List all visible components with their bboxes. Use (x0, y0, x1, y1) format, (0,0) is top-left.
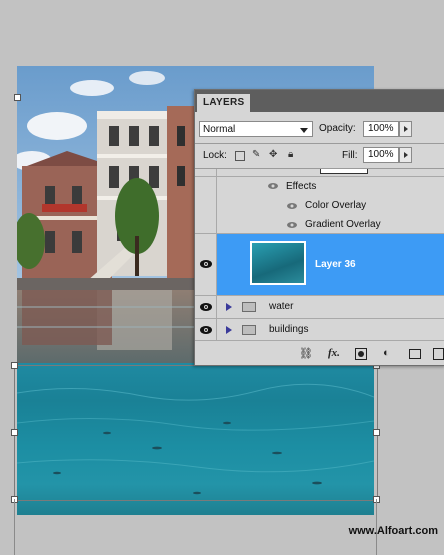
lock-transparency-icon[interactable] (235, 151, 245, 161)
visibility-cell[interactable] (195, 234, 217, 295)
fx-icon[interactable]: fx. (328, 347, 340, 359)
adjustment-icon[interactable]: ◐ (383, 347, 390, 359)
eye-icon[interactable] (268, 183, 278, 189)
effects-label: Effects (286, 181, 317, 192)
effect-row-color-overlay[interactable]: Color Overlay (195, 196, 444, 215)
opacity-slider-button[interactable] (399, 121, 412, 137)
new-layer-icon[interactable] (433, 348, 444, 360)
fill-label: Fill: (342, 150, 358, 161)
mask-icon[interactable] (355, 348, 367, 360)
fill-slider-button[interactable] (399, 147, 412, 163)
link-icon[interactable]: ⛓ (299, 347, 313, 360)
transform-handle-top-left-outer[interactable] (14, 94, 21, 101)
opacity-label: Opacity: (319, 123, 356, 134)
visibility-cell (195, 215, 217, 233)
layer-row-water[interactable]: water (195, 296, 444, 319)
lock-paint-icon[interactable]: ✎ (252, 150, 262, 160)
panel-tab-bar: LAYERS (195, 90, 444, 112)
visibility-cell[interactable] (195, 319, 217, 340)
layers-list: Effects Color Overlay Gradient Overlay L… (195, 169, 444, 341)
folder-icon (242, 302, 256, 312)
effect-row-gradient-overlay[interactable]: Gradient Overlay (195, 215, 444, 234)
tab-layers[interactable]: LAYERS (197, 94, 251, 112)
layer-name[interactable]: buildings (269, 324, 308, 335)
eye-icon[interactable] (200, 326, 212, 334)
lock-label: Lock: (203, 150, 227, 161)
lock-all-icon[interactable]: 🔒︎ (288, 150, 298, 160)
layers-panel-footer: ⛓ fx. ◐ (195, 342, 444, 365)
expand-arrow-icon[interactable] (226, 326, 232, 334)
expand-arrow-icon[interactable] (226, 303, 232, 311)
lock-position-icon[interactable]: ✥ (269, 150, 279, 160)
eye-icon[interactable] (287, 203, 297, 209)
transform-guide-left (14, 499, 15, 555)
layer-row-buildings[interactable]: buildings (195, 319, 444, 341)
fill-input[interactable]: 100% (363, 147, 399, 163)
layers-panel: LAYERS Normal Opacity: 100% Lock: ✎ ✥ 🔒︎… (194, 89, 444, 366)
folder-icon (242, 325, 256, 335)
transform-handle-middle-right[interactable] (373, 429, 380, 436)
transform-handle-middle-left[interactable] (11, 429, 18, 436)
visibility-cell (195, 169, 217, 176)
panel-divider (195, 143, 444, 144)
blend-mode-value: Normal (203, 124, 236, 135)
watermark-text: www.Alfoart.com (348, 525, 438, 537)
visibility-cell[interactable] (195, 296, 217, 318)
effects-row[interactable]: Effects (195, 177, 444, 196)
eye-icon[interactable] (200, 260, 212, 268)
underwater-layer-image (17, 363, 374, 515)
layer-name[interactable]: water (269, 301, 293, 312)
visibility-cell (195, 196, 217, 215)
blend-mode-select[interactable]: Normal (199, 121, 313, 137)
effect-name: Gradient Overlay (305, 219, 381, 230)
folder-icon[interactable] (409, 349, 421, 359)
layer-row-partial[interactable] (195, 169, 444, 177)
layer-row-layer-36[interactable]: Layer 36 (195, 234, 444, 296)
visibility-cell (195, 177, 217, 196)
opacity-input[interactable]: 100% (363, 121, 399, 137)
transform-handle-top-left[interactable] (11, 362, 18, 369)
layer-thumbnail-partial (320, 169, 368, 174)
chevron-down-icon (300, 128, 308, 133)
eye-icon[interactable] (287, 222, 297, 228)
eye-icon[interactable] (200, 303, 212, 311)
layer-thumbnail[interactable] (250, 241, 306, 285)
layer-name[interactable]: Layer 36 (315, 259, 356, 270)
effect-name: Color Overlay (305, 200, 367, 211)
